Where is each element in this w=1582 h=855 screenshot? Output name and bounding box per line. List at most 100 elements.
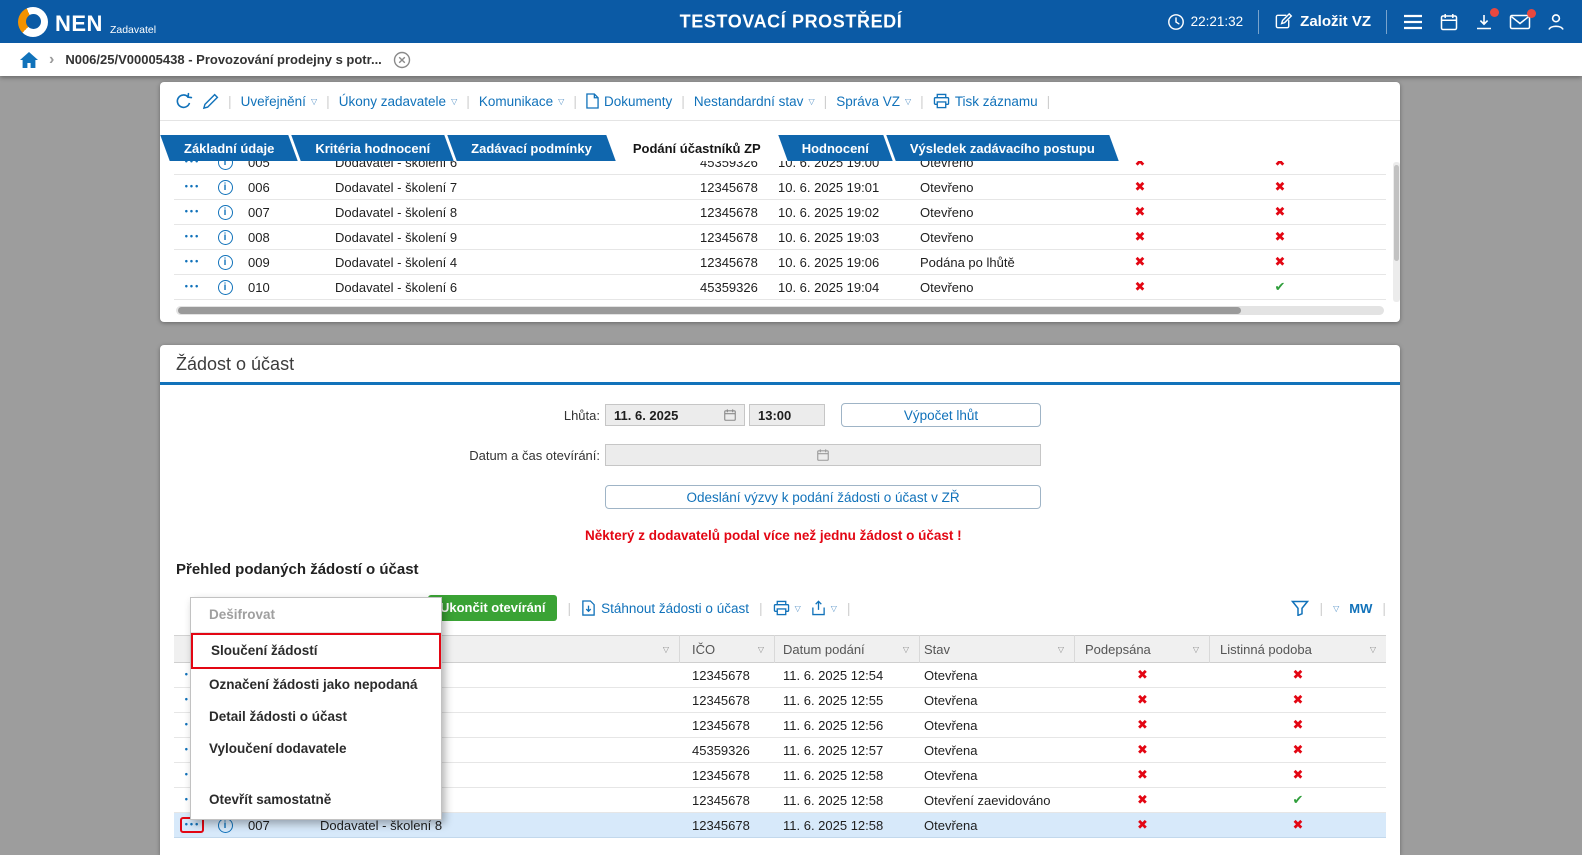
row-menu-icon[interactable]: [180, 254, 204, 270]
column-header-signed[interactable]: Podepsána▽: [1075, 635, 1210, 663]
row-number: 006: [240, 180, 310, 195]
home-icon[interactable]: [20, 52, 38, 68]
column-header-paper[interactable]: Listinná podoba▽: [1210, 635, 1386, 663]
info-icon[interactable]: [218, 180, 233, 195]
nen-logo[interactable]: NEN Zadavatel: [18, 7, 156, 37]
environment-title: TESTOVACÍ PROSTŘEDÍ: [680, 11, 903, 32]
print-button[interactable]: ▽: [773, 600, 801, 616]
toolbar-item-ukony-zadavatele[interactable]: Úkony zadavatele▽: [339, 94, 457, 109]
user-icon[interactable]: [1546, 12, 1566, 32]
paper-mark: ✖: [1293, 767, 1304, 782]
chevron-down-icon: ▽: [831, 604, 837, 613]
sort-icon[interactable]: ▽: [1058, 645, 1064, 654]
submission-date: 10. 6. 2025 19:04: [770, 280, 920, 295]
close-tab-icon[interactable]: [393, 51, 411, 69]
submission-date: 11. 6. 2025 12:54: [775, 668, 920, 683]
deadline-date-input[interactable]: 11. 6. 2025: [605, 404, 745, 426]
horizontal-scrollbar[interactable]: [176, 306, 1384, 315]
info-icon[interactable]: [218, 280, 233, 295]
column-header-date[interactable]: Datum podání▽: [775, 635, 920, 663]
tab[interactable]: Zadávací podmínky: [452, 135, 611, 161]
send-invitation-button[interactable]: Odeslání výzvy k podání žádosti o účast …: [605, 485, 1041, 509]
info-icon[interactable]: [218, 230, 233, 245]
sort-icon[interactable]: ▽: [663, 645, 669, 654]
finish-opening-button[interactable]: Ukončit otevírání: [428, 595, 557, 621]
sort-icon[interactable]: ▽: [903, 645, 909, 654]
column-header-status[interactable]: Stav▽: [920, 635, 1075, 663]
separator: |: [920, 93, 924, 109]
signed-mark: ✖: [1135, 204, 1146, 219]
chevron-down-icon[interactable]: ▽: [1333, 604, 1339, 613]
downloads-icon[interactable]: [1474, 12, 1494, 32]
tab[interactable]: Základní údaje: [165, 135, 293, 161]
menu-item-slouceni-zadosti[interactable]: Sloučení žádostí: [191, 633, 441, 669]
calc-deadlines-button[interactable]: Výpočet lhůt: [841, 403, 1041, 427]
row-menu-icon[interactable]: [180, 161, 204, 170]
row-menu-icon[interactable]: [180, 229, 204, 245]
supplier-name: Dodavatel - školení 9: [310, 230, 690, 245]
overview-title: Přehled podaných žádostí o účast: [176, 561, 419, 578]
record-toolbar: | Uveřejnění▽ | Úkony zadavatele▽ | Komu…: [160, 82, 1400, 121]
separator: |: [1047, 93, 1051, 109]
paper-mark: ✖: [1275, 254, 1286, 269]
toolbar-item-dokumenty[interactable]: Dokumenty: [586, 93, 672, 109]
menu-item-detail-zadosti[interactable]: Detail žádosti o účast: [191, 701, 441, 733]
row-menu-icon[interactable]: [180, 204, 204, 220]
row-menu-icon[interactable]: [180, 279, 204, 295]
table-row[interactable]: 009 Dodavatel - školení 4 12345678 10. 6…: [174, 250, 1386, 275]
breadcrumb-item[interactable]: N006/25/V00005438 - Provozování prodejny…: [65, 52, 381, 67]
deadline-label: Lhůta:: [160, 408, 600, 423]
vertical-scrollbar[interactable]: [1393, 162, 1400, 302]
submission-date: 11. 6. 2025 12:55: [775, 693, 920, 708]
table-row[interactable]: 006 Dodavatel - školení 7 12345678 10. 6…: [174, 175, 1386, 200]
filter-icon[interactable]: [1291, 600, 1309, 616]
toolbar-item-tisk-zaznamu[interactable]: Tisk záznamu: [933, 93, 1038, 109]
table-row[interactable]: 007 Dodavatel - školení 8 12345678 10. 6…: [174, 200, 1386, 225]
table-row[interactable]: 010 Dodavatel - školení 6 45359326 10. 6…: [174, 275, 1386, 300]
info-icon[interactable]: [218, 255, 233, 270]
create-vz-button[interactable]: Založit VZ: [1274, 12, 1371, 31]
supplier-name: Dodavatel - školení 6: [310, 161, 690, 170]
info-icon[interactable]: [218, 205, 233, 220]
menu-item-vylouceni-dodavatele[interactable]: Vyloučení dodavatele: [191, 733, 441, 765]
tab[interactable]: Podání účastníků ZP: [614, 135, 780, 161]
session-timer: 22:21:32: [1167, 13, 1244, 31]
chevron-down-icon: ▽: [905, 97, 911, 106]
toolbar-item-sprava-vz[interactable]: Správa VZ▽: [836, 94, 911, 109]
tab[interactable]: Kritéria hodnocení: [296, 135, 449, 161]
history-icon[interactable]: [174, 92, 193, 111]
menu-icon[interactable]: [1402, 13, 1424, 31]
messages-icon[interactable]: [1509, 13, 1531, 31]
export-button[interactable]: ▽: [811, 600, 837, 616]
separator: |: [824, 93, 828, 109]
toolbar-item-nestandardni-stav[interactable]: Nestandardní stav▽: [694, 94, 815, 109]
submission-date: 11. 6. 2025 12:58: [775, 818, 920, 833]
sort-icon[interactable]: ▽: [758, 645, 764, 654]
download-requests-link[interactable]: Stáhnout žádosti o účast: [581, 600, 749, 616]
info-icon[interactable]: [218, 161, 233, 170]
table-row[interactable]: 008 Dodavatel - školení 9 12345678 10. 6…: [174, 225, 1386, 250]
view-selector[interactable]: MW: [1349, 601, 1372, 616]
toolbar-item-komunikace[interactable]: Komunikace▽: [479, 94, 564, 109]
breadcrumb: › N006/25/V00005438 - Provozování prodej…: [0, 43, 1582, 76]
row-status: Otevřena: [920, 668, 1075, 683]
calendar-icon[interactable]: [1439, 12, 1459, 32]
toolbar-item-uverejneni[interactable]: Uveřejnění▽: [241, 94, 317, 109]
table-row[interactable]: 005 Dodavatel - školení 6 45359326 10. 6…: [174, 161, 1386, 175]
tab[interactable]: Výsledek zadávacího postupu: [891, 135, 1114, 161]
row-menu-icon[interactable]: [180, 179, 204, 195]
sort-icon[interactable]: ▽: [1370, 645, 1376, 654]
signed-mark: ✖: [1137, 717, 1148, 732]
separator: |: [326, 93, 330, 109]
paper-mark: ✖: [1293, 692, 1304, 707]
supplier-ico: 12345678: [690, 255, 770, 270]
menu-item-otevrit-samostatne[interactable]: Otevřít samostatně: [191, 781, 441, 819]
deadline-time-input[interactable]: 13:00: [749, 404, 825, 426]
tab[interactable]: Hodnocení: [783, 135, 888, 161]
menu-item-oznaceni-nepodana[interactable]: Označení žádosti jako nepodaná: [191, 669, 441, 701]
participants-table: 005 Dodavatel - školení 6 45359326 10. 6…: [174, 161, 1386, 302]
opening-datetime-input[interactable]: [605, 444, 1041, 466]
sort-icon[interactable]: ▽: [1193, 645, 1199, 654]
column-header-ico[interactable]: IČO▽: [680, 635, 775, 663]
edit-icon[interactable]: [202, 93, 219, 110]
